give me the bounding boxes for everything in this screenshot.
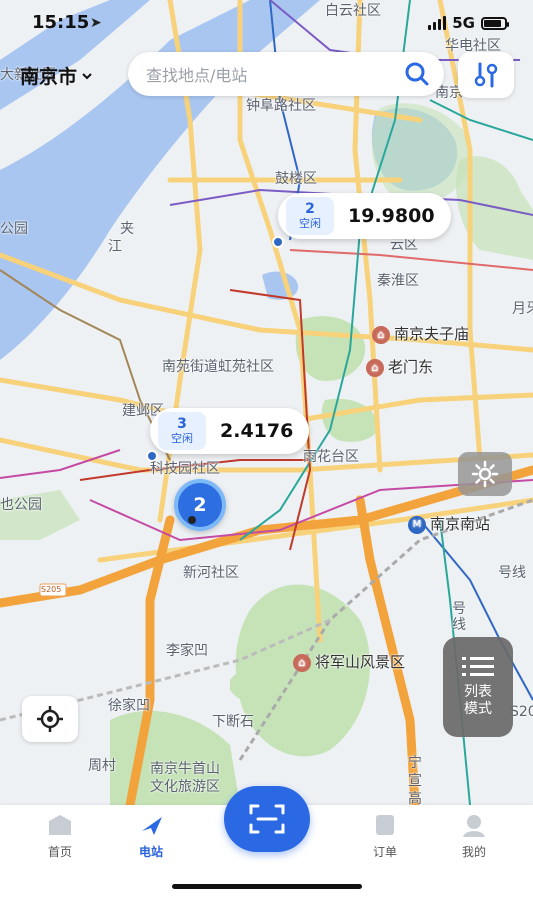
map-poi[interactable]: M 南京南站	[408, 513, 490, 534]
battery-icon	[481, 16, 509, 30]
map-label: 也公园	[0, 497, 42, 513]
map-label: 江	[108, 239, 122, 255]
list-icon	[462, 656, 494, 676]
map-label: 钟阜路社区	[246, 98, 316, 114]
city-name: 南京市	[20, 66, 78, 88]
map-label: 南京牛首山	[150, 761, 220, 777]
tab-station[interactable]: 电站	[116, 813, 186, 860]
map-label: 新河社区	[183, 565, 239, 581]
road-badge: S205	[41, 585, 62, 594]
list-mode-button[interactable]: 列表模式	[443, 637, 513, 737]
metro-icon: M	[408, 515, 426, 534]
map-label: 鼓楼区	[275, 171, 317, 187]
locate-icon	[37, 706, 63, 732]
map-label: 号线	[498, 565, 526, 581]
station-price: 19.9800	[348, 205, 435, 227]
map-poi[interactable]: ⌂ 老门东	[366, 356, 433, 377]
map-label: 文化旅游区	[150, 779, 220, 795]
profile-icon	[463, 815, 485, 837]
scenic-icon: ⌂	[293, 653, 311, 672]
search-bar[interactable]: 查找地点/电站	[128, 52, 444, 96]
poi-label: 老门东	[388, 358, 434, 376]
map-label: 线	[452, 617, 466, 633]
tab-orders[interactable]: 订单	[350, 813, 420, 860]
map-label: 雨花台区	[303, 449, 359, 465]
map-label: 宁	[408, 755, 422, 771]
map-label: 周村	[88, 758, 116, 774]
station-icon	[142, 817, 162, 835]
map-label: 月牙	[512, 301, 533, 317]
poi-label: 南京南站	[430, 515, 491, 533]
scenic-icon: ⌂	[366, 358, 384, 377]
status-time: 15:15	[32, 12, 90, 33]
chevron-down-icon	[82, 72, 92, 79]
map-label: S204	[510, 704, 533, 720]
poi-label: 将军山风景区	[315, 653, 406, 671]
filter-button[interactable]	[458, 52, 514, 98]
map-label: 公园	[0, 221, 28, 237]
tab-home[interactable]: 首页	[25, 813, 95, 860]
gear-icon	[471, 460, 499, 488]
station-cluster[interactable]: 2	[174, 479, 226, 531]
home-icon	[49, 815, 71, 835]
map-label: 科技园社区	[150, 461, 220, 477]
tab-profile[interactable]: 我的	[439, 813, 509, 860]
current-position-dot	[188, 516, 196, 524]
signal-icon	[428, 16, 447, 30]
scan-icon	[249, 804, 285, 834]
map-label: 李家凹	[166, 643, 208, 659]
map-label: 宣	[408, 773, 422, 789]
scenic-icon: ⌂	[372, 325, 390, 344]
map-label: 下断石	[212, 714, 254, 730]
locate-button[interactable]	[22, 696, 78, 742]
status-bar: 15:15 ➤ 5G	[0, 0, 533, 48]
map-poi[interactable]: ⌂ 将军山风景区	[293, 651, 405, 672]
station-marker[interactable]: 2 空闲 19.9800	[278, 193, 451, 239]
station-status-badge: 2 空闲	[286, 197, 334, 235]
scan-button[interactable]	[224, 786, 310, 852]
map-settings-button[interactable]	[458, 452, 512, 496]
list-mode-label: 列表模式	[464, 683, 492, 718]
search-input[interactable]: 查找地点/电站	[146, 62, 404, 86]
station-marker[interactable]: 3 空闲 2.4176	[150, 408, 310, 454]
search-icon[interactable]	[404, 61, 430, 87]
home-indicator	[172, 884, 362, 889]
network-type: 5G	[452, 14, 475, 32]
filter-icon	[474, 62, 498, 88]
map-label: 夹	[120, 221, 134, 237]
station-price: 2.4176	[220, 420, 294, 442]
map-label: 秦淮区	[377, 273, 419, 289]
map-label: 南苑街道虹苑社区	[162, 359, 274, 375]
order-icon	[376, 815, 394, 835]
map-poi[interactable]: ⌂ 南京夫子庙	[372, 323, 469, 344]
location-arrow-icon: ➤	[90, 15, 102, 31]
poi-label: 南京夫子庙	[394, 325, 470, 343]
station-status-badge: 3 空闲	[158, 412, 206, 450]
city-selector[interactable]: 南京市	[20, 62, 93, 89]
map-label: 徐家凹	[108, 698, 150, 714]
map-label: 高	[408, 791, 422, 805]
